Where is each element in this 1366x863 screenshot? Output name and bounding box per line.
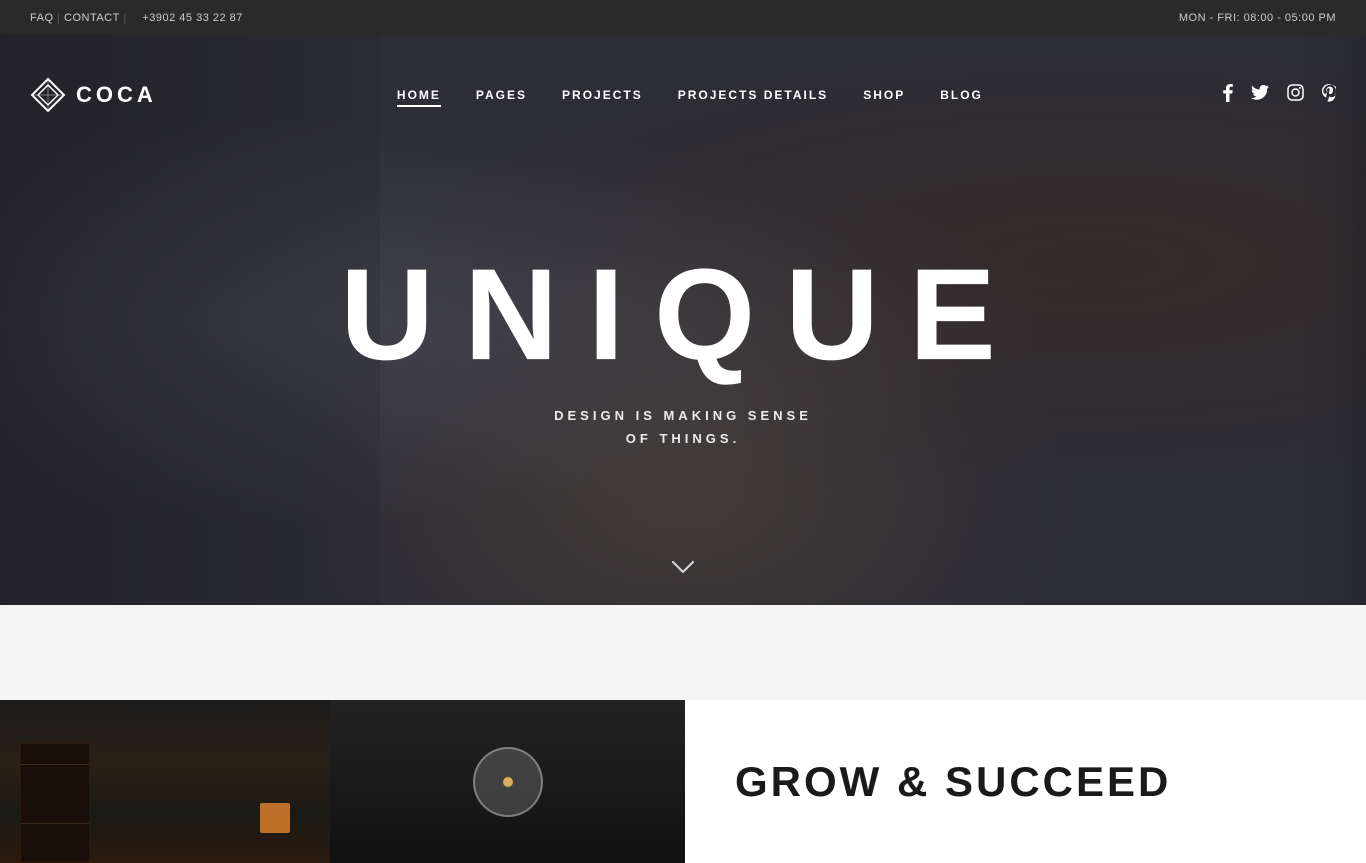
hero-subtitle-line2: OF THINGS. bbox=[626, 432, 740, 447]
circle-dot bbox=[503, 777, 513, 787]
cabinet-decor bbox=[20, 743, 90, 863]
bottom-photo-right bbox=[330, 700, 685, 863]
nav-item-projects[interactable]: PROJECTS bbox=[562, 86, 643, 104]
bottom-photo-left bbox=[0, 700, 330, 863]
top-bar-left: FAQ | CONTACT | +3902 45 33 22 87 bbox=[30, 12, 255, 24]
logo-icon bbox=[30, 77, 66, 113]
nav-item-shop[interactable]: SHOP bbox=[863, 86, 905, 104]
nav-item-pages[interactable]: PAGES bbox=[476, 86, 527, 104]
nav-item-blog[interactable]: BLOG bbox=[940, 86, 983, 104]
logo[interactable]: COCA bbox=[30, 77, 157, 113]
nav-link-home[interactable]: HOME bbox=[397, 88, 441, 107]
twitter-icon[interactable] bbox=[1251, 85, 1269, 105]
faq-link[interactable]: FAQ bbox=[30, 12, 54, 24]
hero-title: UNIQUE bbox=[340, 249, 1026, 379]
pinterest-icon[interactable] bbox=[1322, 84, 1336, 107]
hero-subtitle: DESIGN IS MAKING SENSE OF THINGS. bbox=[340, 404, 1026, 451]
facebook-icon[interactable] bbox=[1223, 84, 1233, 107]
nav-links: HOME PAGES PROJECTS PROJECTS DETAILS SHO… bbox=[397, 86, 983, 104]
separator1: | bbox=[54, 12, 64, 24]
circle-decoration bbox=[473, 747, 543, 817]
social-icons bbox=[1223, 84, 1336, 107]
nav-link-pages[interactable]: PAGES bbox=[476, 88, 527, 102]
contact-link[interactable]: CONTACT bbox=[64, 12, 120, 24]
nav-link-shop[interactable]: SHOP bbox=[863, 88, 905, 102]
grow-title: GROW & SUCCEED bbox=[735, 761, 1316, 803]
bottom-photo-grid bbox=[0, 700, 685, 863]
cabinet-panel bbox=[21, 764, 89, 824]
nav-link-blog[interactable]: BLOG bbox=[940, 88, 983, 102]
hero-subtitle-line1: DESIGN IS MAKING SENSE bbox=[554, 408, 812, 423]
instagram-icon[interactable] bbox=[1287, 84, 1304, 106]
bottom-section: GROW & SUCCEED bbox=[0, 700, 1366, 863]
business-hours: MON - FRI: 08:00 - 05:00 PM bbox=[1179, 12, 1336, 24]
orange-accent-box bbox=[260, 803, 290, 833]
hero-section: COCA HOME PAGES PROJECTS PROJECTS DETAIL… bbox=[0, 35, 1366, 605]
bottom-right-panel: GROW & SUCCEED bbox=[685, 700, 1366, 863]
top-bar: FAQ | CONTACT | +3902 45 33 22 87 MON - … bbox=[0, 0, 1366, 35]
nav-item-home[interactable]: HOME bbox=[397, 86, 441, 104]
phone-number: +3902 45 33 22 87 bbox=[130, 12, 255, 24]
below-hero-spacer bbox=[0, 605, 1366, 700]
logo-text: COCA bbox=[76, 82, 157, 108]
nav-link-projects[interactable]: PROJECTS bbox=[562, 88, 643, 102]
hero-content: UNIQUE DESIGN IS MAKING SENSE OF THINGS. bbox=[340, 249, 1026, 451]
nav-link-projects-details[interactable]: PROJECTS DETAILS bbox=[678, 88, 828, 102]
navbar: COCA HOME PAGES PROJECTS PROJECTS DETAIL… bbox=[0, 35, 1366, 155]
separator2: | bbox=[120, 12, 130, 24]
nav-item-projects-details[interactable]: PROJECTS DETAILS bbox=[678, 86, 828, 104]
scroll-down-arrow[interactable] bbox=[671, 554, 695, 580]
